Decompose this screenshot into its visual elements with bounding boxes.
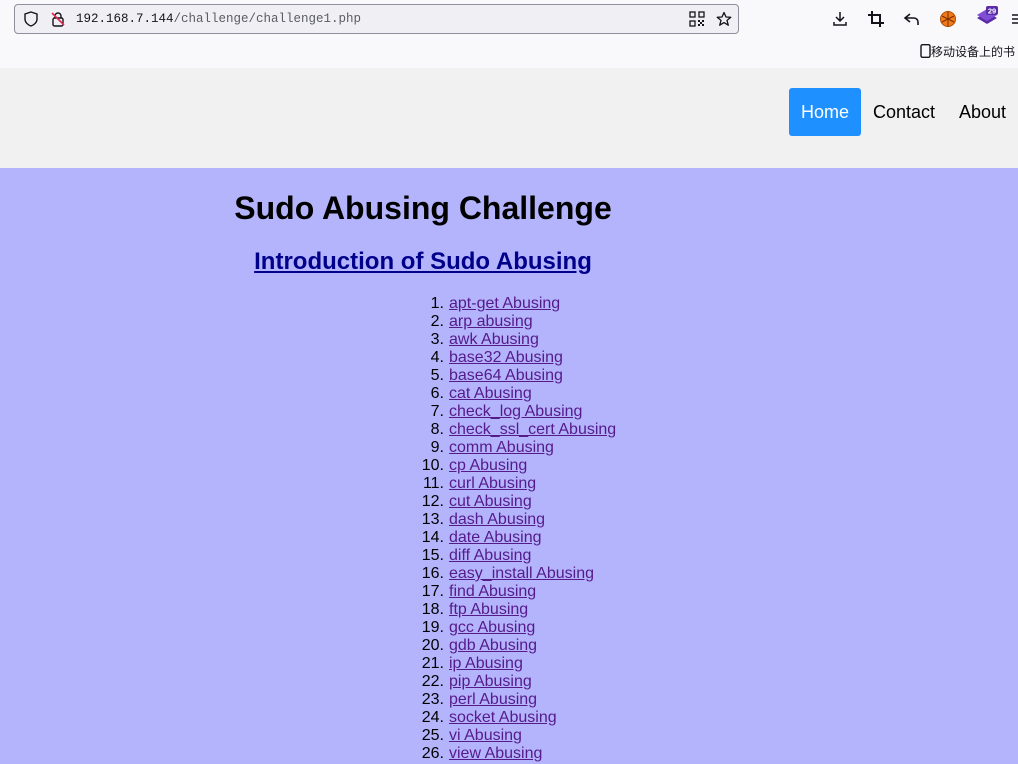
list-item-number: 14. xyxy=(421,529,444,546)
challenge-link[interactable]: base32 Abusing xyxy=(449,349,563,367)
challenge-link[interactable]: date Abusing xyxy=(449,529,542,547)
list-item-number: 12. xyxy=(421,493,444,510)
challenge-link[interactable]: cut Abusing xyxy=(449,493,532,511)
url-host: 192.168.7.144 xyxy=(76,12,174,26)
challenge-link[interactable]: find Abusing xyxy=(449,583,536,601)
list-item-number: 20. xyxy=(421,637,444,654)
list-item-number: 5. xyxy=(430,367,444,384)
list-item-number: 11. xyxy=(422,475,444,492)
list-item-number: 8. xyxy=(430,421,444,438)
badge-count: 29 xyxy=(988,7,996,16)
list-item-number: 17. xyxy=(421,583,444,600)
nav-about[interactable]: About xyxy=(947,88,1018,136)
site-header: Home Contact About xyxy=(0,68,1018,168)
list-item-number: 3. xyxy=(430,331,444,348)
list-item-number: 23. xyxy=(421,691,444,708)
download-icon[interactable] xyxy=(831,10,849,28)
challenge-link[interactable]: check_ssl_cert Abusing xyxy=(449,421,616,439)
url-text[interactable]: 192.168.7.144/challenge/challenge1.php xyxy=(76,12,361,26)
address-bar[interactable]: 192.168.7.144/challenge/challenge1.php xyxy=(14,4,739,34)
mobile-device-icon xyxy=(920,43,931,59)
page-title: Sudo Abusing Challenge xyxy=(234,190,612,226)
challenge-link[interactable]: cat Abusing xyxy=(449,385,532,403)
extension-badge-icon[interactable]: 29 xyxy=(976,6,998,28)
list-item-number: 18. xyxy=(421,601,444,618)
list-item-number: 16. xyxy=(421,565,444,582)
list-item-number: 26. xyxy=(421,745,444,762)
list-item-number: 7. xyxy=(430,403,444,420)
mobile-bookmarks[interactable]: 移动设备上的书 xyxy=(920,43,1015,60)
list-item-number: 25. xyxy=(421,727,444,744)
intro-link[interactable]: Introduction of Sudo Abusing xyxy=(0,248,846,276)
challenge-link[interactable]: dash Abusing xyxy=(449,511,545,529)
challenge-link[interactable]: vi Abusing xyxy=(449,727,522,745)
challenge-link[interactable]: ftp Abusing xyxy=(449,601,528,619)
list-item-number: 9. xyxy=(430,439,444,456)
list-item-number: 19. xyxy=(421,619,444,636)
insecure-lock-icon[interactable] xyxy=(50,11,66,27)
list-item-number: 21. xyxy=(421,655,444,672)
back-arrow-icon[interactable] xyxy=(903,10,921,28)
challenge-link[interactable]: arp abusing xyxy=(449,313,533,331)
list-item-number: 22. xyxy=(421,673,444,690)
crop-icon[interactable] xyxy=(867,10,885,28)
qr-code-icon[interactable] xyxy=(689,11,705,27)
nav-contact[interactable]: Contact xyxy=(861,88,947,136)
extension-ball-icon[interactable] xyxy=(939,10,957,28)
challenge-link[interactable]: base64 Abusing xyxy=(449,367,563,385)
list-item-number: 6. xyxy=(430,385,444,402)
challenge-link[interactable]: perl Abusing xyxy=(449,691,537,709)
url-path: /challenge/challenge1.php xyxy=(173,12,362,26)
list-item-number: 1. xyxy=(430,295,444,312)
browser-toolbar: 192.168.7.144/challenge/challenge1.php 2… xyxy=(0,0,1018,69)
challenge-link[interactable]: view Abusing xyxy=(449,745,542,763)
challenge-link[interactable]: gcc Abusing xyxy=(449,619,535,637)
challenge-link[interactable]: curl Abusing xyxy=(449,475,536,493)
list-item-number: 10. xyxy=(421,457,444,474)
challenge-link[interactable]: diff Abusing xyxy=(449,547,531,565)
challenge-link[interactable]: ip Abusing xyxy=(449,655,523,673)
nav-home[interactable]: Home xyxy=(789,88,861,136)
mobile-bookmarks-label: 移动设备上的书 xyxy=(931,45,1016,59)
shield-icon[interactable] xyxy=(23,11,39,27)
challenge-link[interactable]: check_log Abusing xyxy=(449,403,582,421)
challenge-link[interactable]: easy_install Abusing xyxy=(449,565,594,583)
challenge-link[interactable]: socket Abusing xyxy=(449,709,557,727)
list-item-number: 4. xyxy=(430,349,444,366)
main-content: Sudo Abusing Challenge Introduction of S… xyxy=(0,168,1018,764)
challenge-link[interactable]: awk Abusing xyxy=(449,331,539,349)
challenge-link[interactable]: gdb Abusing xyxy=(449,637,537,655)
list-item-number: 13. xyxy=(421,511,444,528)
list-item-number: 15. xyxy=(421,547,444,564)
challenge-link[interactable]: pip Abusing xyxy=(449,673,532,691)
bookmark-star-icon[interactable] xyxy=(716,11,732,27)
challenge-link[interactable]: comm Abusing xyxy=(449,439,554,457)
list-item-number: 24. xyxy=(421,709,444,726)
menu-icon[interactable] xyxy=(1011,10,1018,28)
challenge-link[interactable]: apt-get Abusing xyxy=(449,295,560,313)
challenge-link[interactable]: cp Abusing xyxy=(449,457,527,475)
list-item-number: 2. xyxy=(430,313,444,330)
